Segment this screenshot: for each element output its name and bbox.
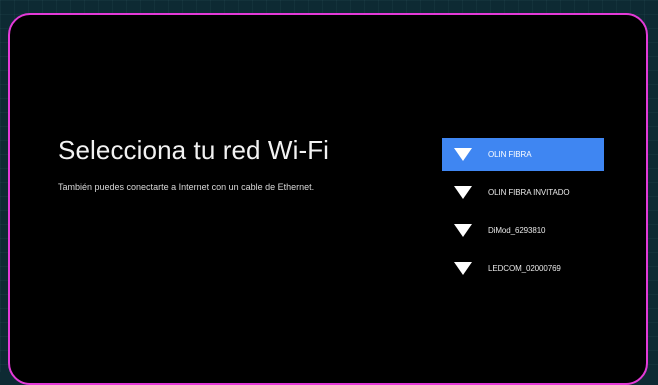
wifi-network-name: OLIN FIBRA bbox=[488, 150, 532, 159]
wifi-network-name: OLIN FIBRA INVITADO bbox=[488, 188, 570, 197]
wifi-network-item-dimod[interactable]: DiMod_6293810 bbox=[442, 214, 604, 247]
wifi-network-item-ledcom[interactable]: LEDCOM_02000769 bbox=[442, 252, 604, 285]
tv-screen: Selecciona tu red Wi-Fi También puedes c… bbox=[8, 13, 648, 385]
page-subtitle: También puedes conectarte a Internet con… bbox=[58, 182, 315, 192]
wifi-full-icon bbox=[454, 186, 472, 199]
wifi-network-list: OLIN FIBRA OLIN FIBRA INVITADO DiMod_629… bbox=[442, 138, 604, 290]
wifi-full-icon bbox=[454, 224, 472, 237]
wifi-network-item-olin-fibra-invitado[interactable]: OLIN FIBRA INVITADO bbox=[442, 176, 604, 209]
wifi-network-name: DiMod_6293810 bbox=[488, 226, 546, 235]
wifi-network-item-olin-fibra[interactable]: OLIN FIBRA bbox=[442, 138, 604, 171]
wifi-network-name: LEDCOM_02000769 bbox=[488, 264, 561, 273]
wifi-full-icon bbox=[454, 148, 472, 161]
page-title: Selecciona tu red Wi-Fi bbox=[58, 135, 330, 165]
wifi-full-icon bbox=[454, 262, 472, 275]
